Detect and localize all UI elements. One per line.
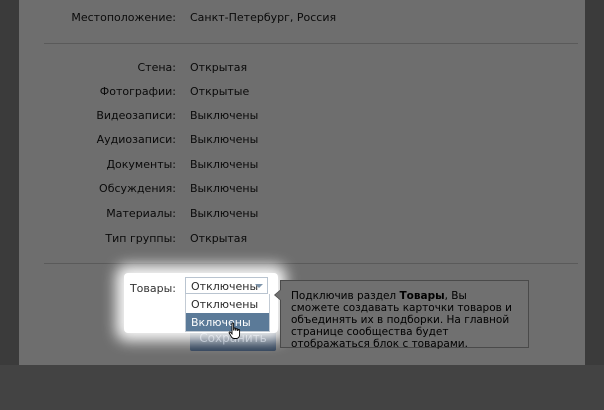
setting-row-materials: Материалы: Выключены (0, 207, 604, 221)
setting-label: Видеозаписи: (96, 109, 176, 122)
setting-label: Документы: (106, 158, 176, 171)
setting-value: Открытая (190, 61, 248, 74)
setting-value: Открытая (190, 232, 248, 245)
divider (44, 43, 578, 44)
location-row: Местоположение: Санкт-Петербург, Россия (0, 11, 604, 25)
setting-label: Тип группы: (105, 232, 176, 245)
goods-info-tooltip: Подключив раздел Товары, Вы сможете созд… (274, 280, 529, 350)
goods-select[interactable]: Отключены (185, 277, 268, 294)
setting-row-documents: Документы: Выключены (0, 158, 604, 172)
tooltip-tail-inner (275, 290, 281, 300)
setting-label: Обсуждения: (99, 182, 176, 195)
setting-row-videos: Видеозаписи: Выключены (0, 109, 604, 123)
setting-row-wall: Стена: Открытая (0, 61, 604, 75)
setting-value: Выключены (190, 109, 259, 122)
setting-value: Открытые (190, 85, 250, 98)
chevron-down-icon (255, 284, 263, 288)
setting-row-group-type: Тип группы: Открытая (0, 232, 604, 246)
setting-value: Выключены (190, 182, 259, 195)
tooltip-text-bold: Товары (399, 290, 445, 302)
setting-label: Материалы: (106, 207, 176, 220)
location-value: Санкт-Петербург, Россия (190, 11, 337, 24)
divider (44, 263, 578, 264)
setting-label: Аудиозаписи: (96, 133, 176, 146)
location-label: Местоположение: (71, 11, 176, 24)
setting-row-discussions: Обсуждения: Выключены (0, 182, 604, 196)
goods-selected-value: Отключены (191, 280, 259, 293)
setting-value: Выключены (190, 158, 259, 171)
setting-row-photos: Фотографии: Открытые (0, 85, 604, 99)
setting-row-audio: Аудиозаписи: Выключены (0, 133, 604, 147)
setting-value: Выключены (190, 207, 259, 220)
page-footer-band (0, 365, 604, 410)
hand-cursor-icon (228, 322, 241, 339)
setting-value: Выключены (190, 133, 259, 146)
tooltip-text-start: Подключив раздел (291, 290, 400, 302)
setting-label: Фотографии: (99, 85, 176, 98)
goods-option-disabled[interactable]: Отключены (186, 295, 269, 313)
setting-label: Стена: (137, 61, 177, 74)
goods-label: Товары: (129, 282, 176, 295)
